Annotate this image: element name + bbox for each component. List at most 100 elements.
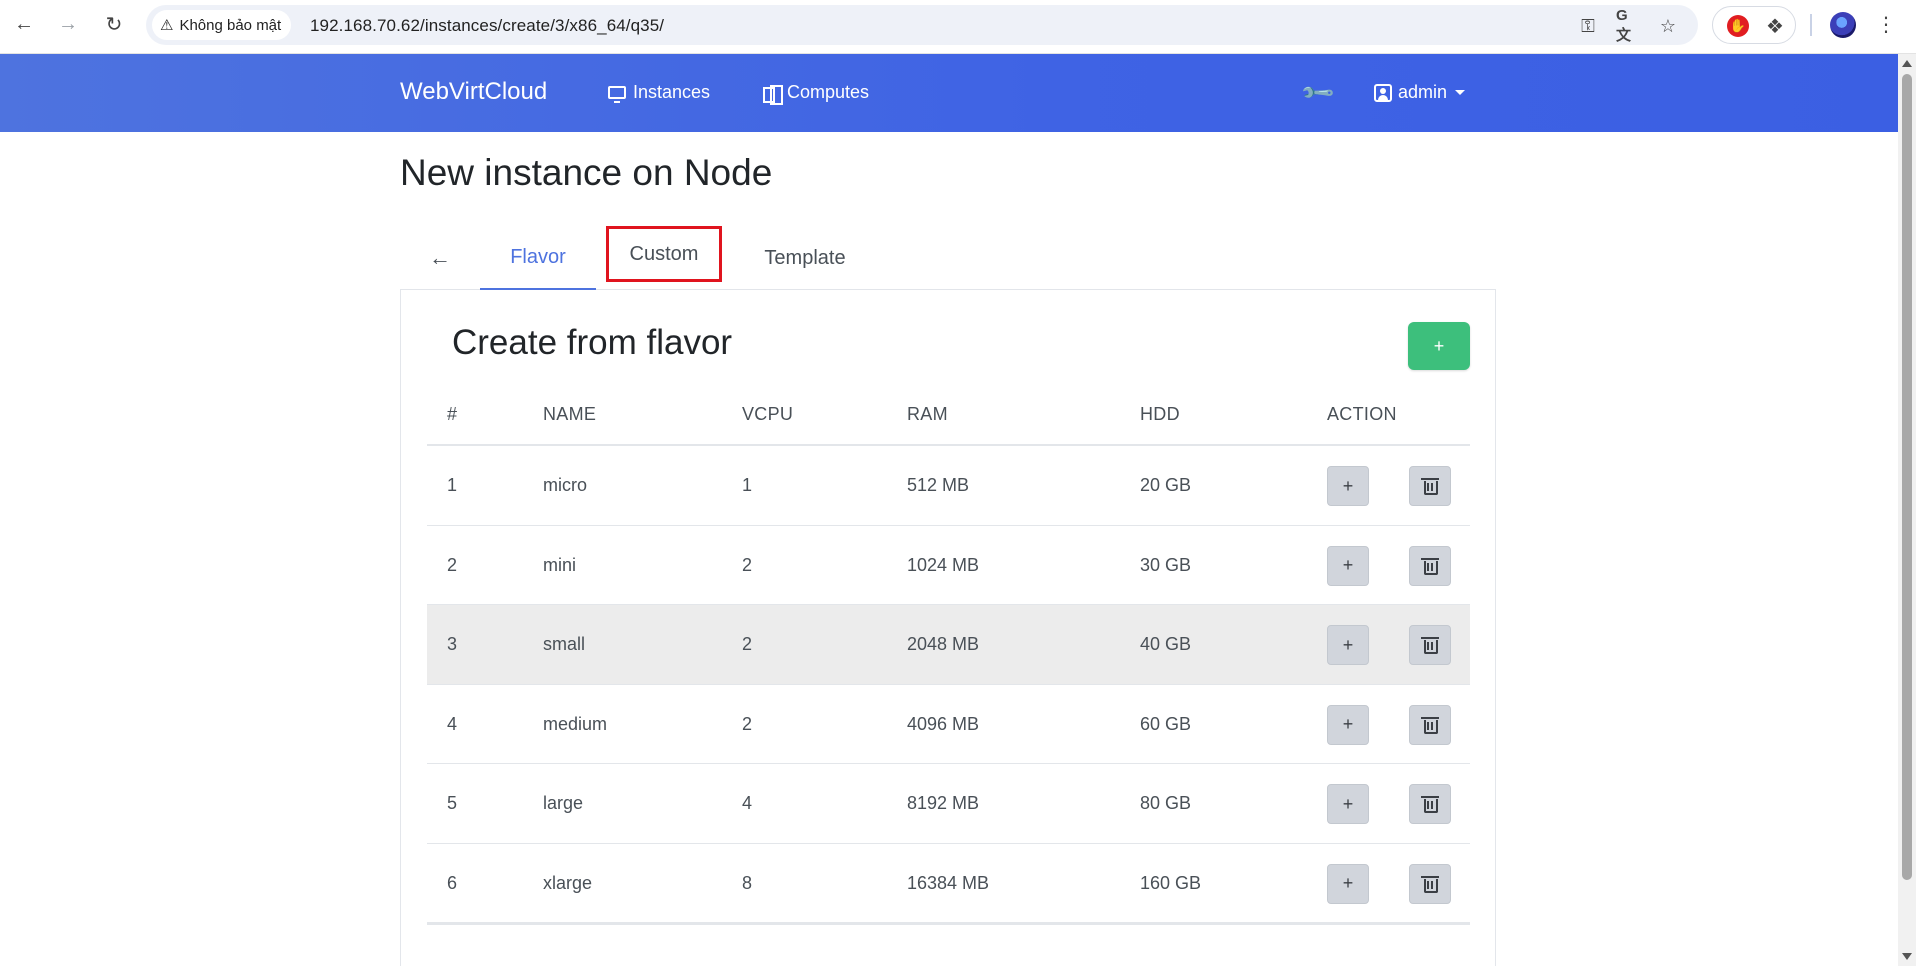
server-icon — [761, 84, 783, 105]
header-ram: RAM — [907, 404, 948, 424]
cell-vcpu: 2 — [742, 713, 753, 734]
star-icon[interactable]: ☆ — [1656, 14, 1680, 38]
user-icon — [1374, 83, 1392, 102]
cell-vcpu: 2 — [742, 554, 753, 575]
cell-name: mini — [543, 554, 577, 575]
trash-icon — [1421, 875, 1439, 893]
table-header: # NAME VCPU RAM HDD ACTION — [427, 384, 1470, 446]
nav-instances-label: Instances — [633, 82, 711, 102]
cell-vcpu: 2 — [742, 634, 753, 654]
more-menu-icon[interactable]: ⋮ — [1876, 12, 1896, 36]
scroll-down-arrow-icon[interactable] — [1902, 953, 1912, 960]
reload-icon[interactable]: ↻ — [102, 12, 126, 36]
translate-icon[interactable]: G文 — [1616, 7, 1640, 44]
trash-icon — [1421, 796, 1439, 813]
cell-name: micro — [543, 475, 587, 495]
table-row: 4 medium 2 4096 MB 60 GB + — [427, 685, 1470, 764]
browser-toolbar: ← → ↻ ⚠ Không bảo mật 192.168.70.62/inst… — [0, 0, 1916, 54]
brand-link[interactable]: WebVirtCloud — [400, 78, 547, 106]
cell-hdd: 40 GB — [1140, 634, 1192, 654]
cell-name: medium — [543, 713, 608, 734]
password-key-icon[interactable]: ⚿ — [1576, 14, 1600, 38]
nav-computes-label: Computes — [787, 82, 870, 102]
create-instance-button[interactable]: + — [1327, 704, 1369, 745]
header-num: # — [447, 404, 458, 424]
create-instance-button[interactable]: + — [1327, 863, 1369, 904]
delete-flavor-button[interactable] — [1409, 704, 1451, 745]
create-instance-button[interactable]: + — [1327, 466, 1369, 506]
tabs-bar: ← Flavor Custom Template — [400, 226, 1496, 290]
flavor-table: # NAME VCPU RAM HDD ACTION 1 micro 1 512… — [427, 384, 1470, 925]
delete-flavor-button[interactable] — [1409, 466, 1451, 506]
table-row: 1 micro 1 512 MB 20 GB + — [427, 446, 1470, 526]
page-scrollbar[interactable] — [1898, 54, 1916, 966]
trash-icon — [1421, 557, 1439, 575]
user-label: admin — [1398, 82, 1448, 102]
cell-ram: 4096 MB — [907, 713, 980, 734]
extensions-puzzle-icon[interactable]: ❖ — [1763, 14, 1787, 38]
cell-name: small — [543, 634, 586, 654]
create-instance-button[interactable]: + — [1327, 784, 1369, 824]
trash-icon — [1421, 637, 1439, 654]
cell-hdd: 20 GB — [1140, 475, 1192, 495]
cell-vcpu: 8 — [742, 872, 753, 893]
forward-arrow-icon[interactable]: → — [56, 12, 80, 36]
header-vcpu: VCPU — [742, 404, 794, 424]
card-title: Create from flavor — [452, 323, 733, 362]
table-row: 5 large 4 8192 MB 80 GB + — [427, 764, 1470, 844]
cell-ram: 2048 MB — [907, 634, 980, 654]
url-text[interactable]: 192.168.70.62/instances/create/3/x86_64/… — [310, 16, 664, 36]
delete-flavor-button[interactable] — [1409, 625, 1451, 665]
cell-num: 3 — [447, 634, 458, 654]
create-instance-button[interactable]: + — [1327, 625, 1369, 665]
back-arrow-icon[interactable]: ← — [12, 12, 36, 36]
tab-flavor[interactable]: Flavor — [480, 226, 596, 290]
delete-flavor-button[interactable] — [1409, 784, 1451, 824]
cell-name: large — [543, 793, 584, 813]
add-flavor-button[interactable]: + — [1408, 322, 1470, 370]
extensions-group: ✋ ❖ — [1712, 6, 1796, 44]
nav-computes-link[interactable]: Computes — [761, 82, 870, 105]
trash-icon — [1421, 478, 1439, 495]
app-navbar: WebVirtCloud Instances Computes 🔧 admin — [0, 54, 1898, 132]
cell-vcpu: 1 — [742, 475, 753, 495]
user-menu[interactable]: admin — [1374, 82, 1466, 103]
table-bottom-border — [427, 922, 1470, 925]
monitor-icon — [607, 84, 627, 103]
cell-num: 4 — [447, 713, 458, 734]
cell-num: 6 — [447, 872, 458, 893]
scrollbar-thumb[interactable] — [1902, 74, 1912, 880]
nav-instances-link[interactable]: Instances — [607, 82, 710, 103]
cell-hdd: 160 GB — [1140, 872, 1202, 893]
warning-icon: ⚠ — [160, 17, 174, 34]
scroll-up-arrow-icon[interactable] — [1902, 60, 1912, 67]
stop-extension-icon[interactable]: ✋ — [1727, 15, 1749, 37]
back-tab[interactable]: ← — [418, 226, 462, 290]
cell-hdd: 30 GB — [1140, 554, 1192, 575]
header-hdd: HDD — [1140, 404, 1180, 424]
cell-ram: 8192 MB — [907, 793, 980, 813]
delete-flavor-button[interactable] — [1409, 863, 1451, 904]
cell-num: 5 — [447, 793, 458, 813]
tab-template[interactable]: Template — [738, 226, 872, 290]
security-label: Không bảo mật — [179, 16, 282, 34]
security-chip[interactable]: ⚠ Không bảo mật — [152, 10, 292, 40]
cell-hdd: 60 GB — [1140, 713, 1192, 734]
create-instance-button[interactable]: + — [1327, 545, 1369, 586]
header-action: ACTION — [1327, 404, 1397, 424]
flavor-card: Create from flavor + # NAME VCPU RAM HDD… — [400, 290, 1496, 966]
cell-num: 1 — [447, 475, 458, 495]
trash-icon — [1421, 716, 1439, 734]
cell-hdd: 80 GB — [1140, 793, 1192, 813]
chevron-down-icon — [1455, 90, 1466, 95]
cell-name: xlarge — [543, 872, 593, 893]
table-row: 3 small 2 2048 MB 40 GB + — [427, 605, 1470, 685]
profile-avatar-icon[interactable] — [1830, 12, 1856, 38]
header-name: NAME — [543, 404, 597, 424]
cell-ram: 16384 MB — [907, 872, 990, 893]
cell-vcpu: 4 — [742, 793, 753, 813]
tab-custom[interactable]: Custom — [606, 226, 722, 282]
address-bar[interactable]: ⚠ Không bảo mật 192.168.70.62/instances/… — [146, 5, 1698, 45]
delete-flavor-button[interactable] — [1409, 545, 1451, 586]
wrench-icon[interactable]: 🔧 — [1299, 74, 1337, 112]
